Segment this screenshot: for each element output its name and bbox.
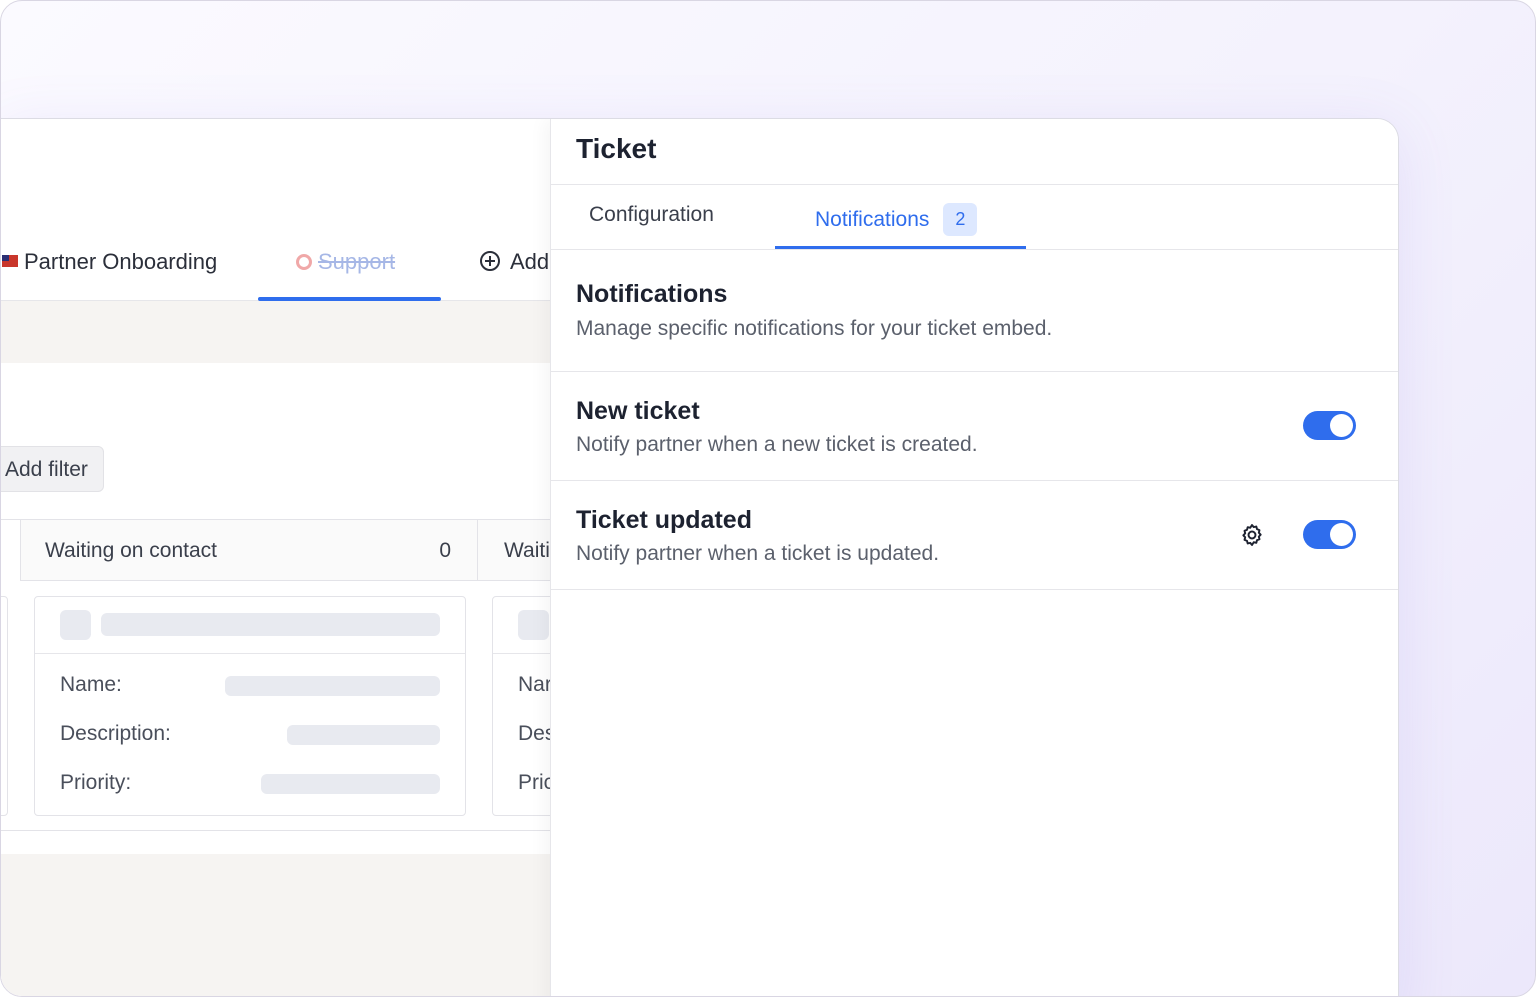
tab-support[interactable]: Support bbox=[296, 249, 395, 275]
avatar-placeholder bbox=[518, 610, 549, 640]
column-header: Waiting bbox=[478, 520, 558, 581]
lifebuoy-icon bbox=[296, 254, 312, 270]
column-header: Waiting on contact 0 bbox=[20, 520, 478, 581]
column-title: Waiting on contact bbox=[45, 539, 217, 562]
kanban-columns: Waiting on contact 0 Waiting Name: Descr… bbox=[1, 519, 614, 831]
add-tab-button[interactable]: Add bbox=[480, 249, 549, 275]
toggle-knob bbox=[1330, 414, 1353, 437]
avatar-placeholder bbox=[60, 610, 91, 640]
tab-label: Support bbox=[318, 249, 396, 274]
value-placeholder bbox=[261, 774, 440, 794]
toolbar-strip bbox=[1, 301, 550, 363]
notifications-intro: Notifications Manage specific notificati… bbox=[551, 250, 1398, 372]
tab-label: Partner Onboarding bbox=[24, 249, 218, 274]
tab-label: Add bbox=[510, 249, 550, 274]
notification-title: Ticket updated bbox=[576, 506, 752, 534]
gear-icon[interactable] bbox=[1239, 522, 1265, 548]
app-window: Partner Onboarding Support Add Add filte… bbox=[1, 118, 1399, 996]
board-view: Partner Onboarding Support Add Add filte… bbox=[1, 119, 614, 996]
divider bbox=[551, 184, 1398, 185]
ticket-settings-panel: Ticket Configuration Notifications 2 Noti… bbox=[550, 119, 1398, 996]
field-label-name: Nar bbox=[518, 673, 552, 696]
card-header bbox=[35, 597, 465, 654]
toggle-knob bbox=[1330, 523, 1353, 546]
tab-label: Notifications bbox=[815, 208, 930, 231]
count-badge: 2 bbox=[943, 203, 978, 236]
notification-row-new-ticket: New ticket Notify partner when a new tic… bbox=[551, 371, 1398, 481]
value-placeholder bbox=[225, 676, 440, 696]
section-heading: Notifications bbox=[576, 280, 728, 308]
section-description: Manage specific notifications for your t… bbox=[576, 317, 1053, 340]
card-edge bbox=[1, 596, 8, 816]
new-ticket-toggle[interactable] bbox=[1303, 411, 1356, 440]
tab-configuration[interactable]: Configuration bbox=[589, 203, 714, 227]
title-placeholder bbox=[101, 613, 440, 636]
ticket-updated-toggle[interactable] bbox=[1303, 520, 1356, 549]
field-label-priority: Priority: bbox=[60, 771, 132, 794]
tab-partner-onboarding[interactable]: Partner Onboarding bbox=[2, 249, 217, 275]
ticket-card[interactable]: Name: Description: Priority: bbox=[34, 596, 466, 816]
flag-icon bbox=[2, 255, 18, 267]
app-frame: Partner Onboarding Support Add Add filte… bbox=[0, 0, 1536, 997]
board-tab-bar: Partner Onboarding Support Add bbox=[1, 119, 550, 301]
plus-circle-icon bbox=[480, 251, 500, 271]
notification-title: New ticket bbox=[576, 397, 700, 425]
field-label-description: Description: bbox=[60, 722, 171, 745]
notification-description: Notify partner when a new ticket is crea… bbox=[576, 433, 978, 456]
value-placeholder bbox=[287, 725, 440, 745]
panel-title: Ticket bbox=[576, 133, 657, 164]
field-label-priority: Pric bbox=[518, 771, 555, 794]
add-filter-button[interactable]: Add filter bbox=[1, 446, 104, 492]
column-count: 0 bbox=[439, 539, 451, 562]
notification-description: Notify partner when a ticket is updated. bbox=[576, 542, 940, 565]
field-label-name: Name: bbox=[60, 673, 122, 696]
board-footer-area bbox=[1, 854, 550, 996]
notification-row-ticket-updated: Ticket updated Notify partner when a tic… bbox=[551, 480, 1398, 590]
tab-notifications[interactable]: Notifications 2 bbox=[815, 203, 978, 236]
